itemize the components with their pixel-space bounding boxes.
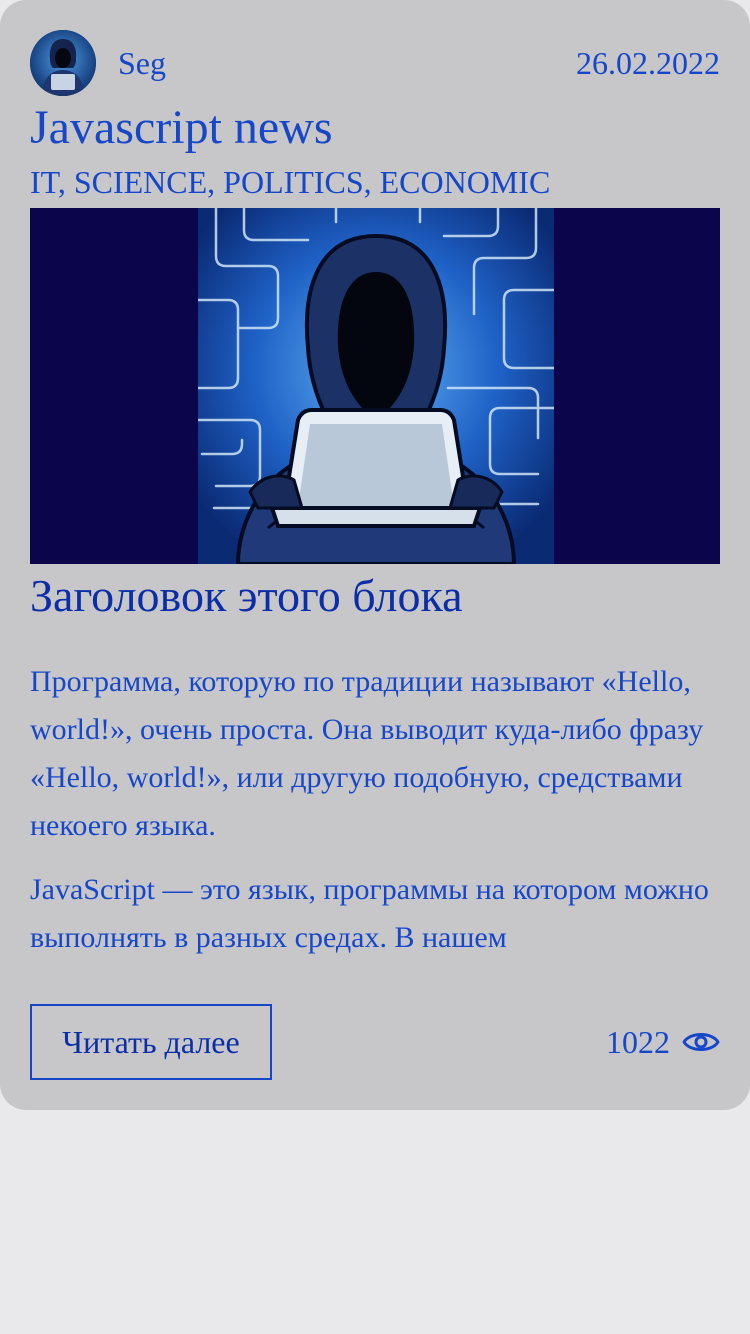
post-title[interactable]: Javascript news [30, 98, 333, 158]
read-more-button[interactable]: Читать далее [30, 1004, 272, 1080]
news-card: Seg 26.02.2022 Javascript news IT, SCIEN… [0, 0, 750, 1110]
avatar[interactable] [30, 30, 96, 96]
post-paragraph-2: JavaScript — это язык, программы на кото… [30, 873, 709, 954]
hooded-hacker-image [198, 208, 554, 564]
avatar-hacker-icon [30, 30, 96, 96]
post-paragraph-1: Программа, которую по традиции называют … [30, 665, 704, 842]
block-title: Заголовок этого блока [30, 570, 463, 621]
views-count: 1022 [606, 1023, 670, 1060]
views-counter: 1022 [606, 1018, 720, 1066]
author-name[interactable]: Seg [118, 45, 166, 82]
eye-icon [682, 1033, 720, 1051]
card-header: Seg 26.02.2022 [30, 30, 720, 96]
post-date: 26.02.2022 [576, 44, 720, 81]
post-image[interactable] [30, 208, 720, 564]
post-tags[interactable]: IT, SCIENCE, POLITICS, ECONOMIC [30, 162, 550, 202]
